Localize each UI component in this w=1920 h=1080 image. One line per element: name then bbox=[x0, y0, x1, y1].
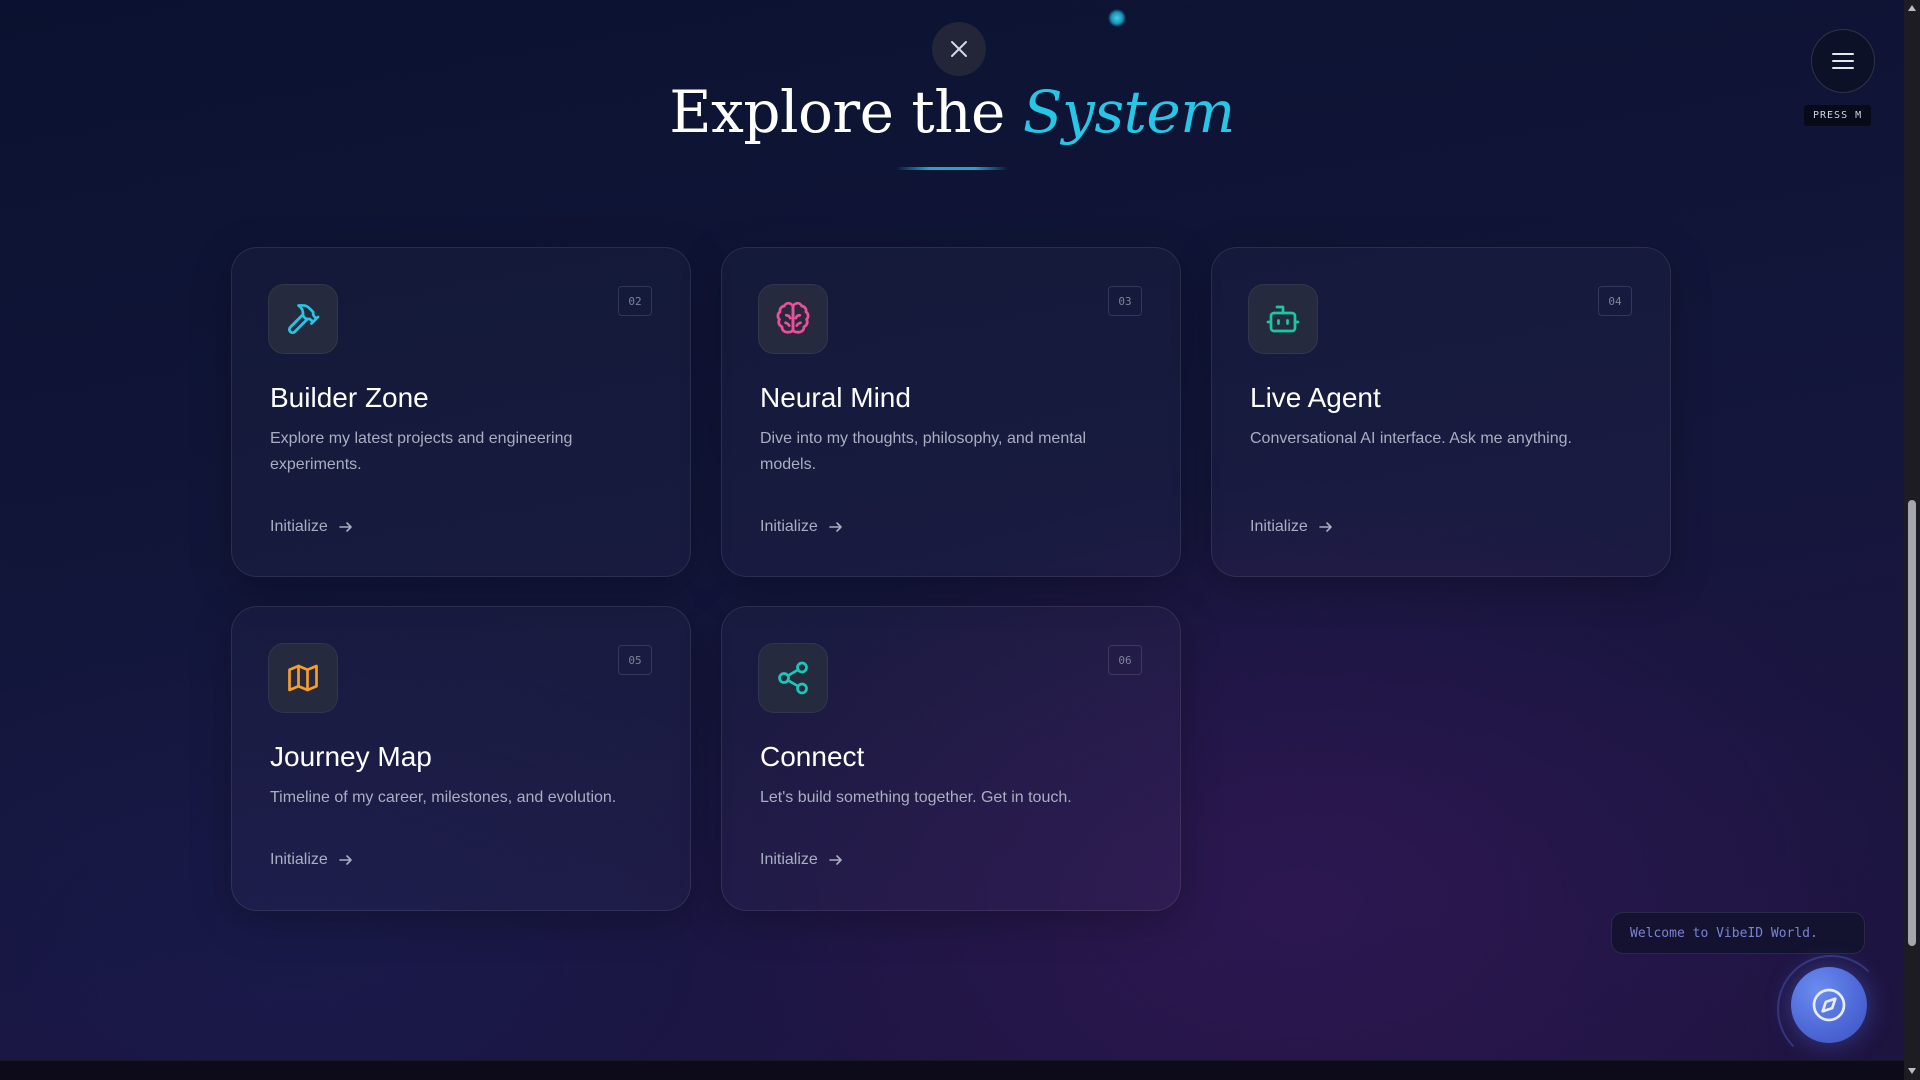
brain-icon bbox=[776, 301, 810, 334]
menu-button[interactable] bbox=[1811, 29, 1875, 93]
card-neural-mind[interactable]: 03 Neural Mind Dive into my thoughts, ph… bbox=[721, 247, 1181, 577]
card-number-badge: 03 bbox=[1108, 286, 1142, 316]
bottom-bar bbox=[0, 1060, 1904, 1080]
card-title: Live Agent bbox=[1250, 382, 1381, 413]
initialize-label: Initialize bbox=[270, 851, 328, 868]
initialize-label: Initialize bbox=[270, 518, 328, 535]
hammer-icon bbox=[287, 304, 320, 335]
initialize-label: Initialize bbox=[760, 851, 818, 868]
card-icon-box bbox=[1248, 284, 1318, 354]
map-icon bbox=[288, 664, 318, 692]
page-title-prefix: Explore the bbox=[669, 78, 1023, 146]
card-description: Explore my latest projects and engineeri… bbox=[270, 430, 573, 473]
page-title: Explore the System bbox=[0, 72, 1904, 152]
menu-shortcut-hint: PRESS M bbox=[1804, 105, 1872, 126]
arrow-right-icon bbox=[829, 855, 842, 865]
arrow-right-icon bbox=[829, 522, 842, 532]
card-number-badge: 04 bbox=[1598, 286, 1632, 316]
robot-icon bbox=[1266, 305, 1300, 333]
card-icon-box bbox=[268, 643, 338, 713]
scroll-thumb[interactable] bbox=[1908, 500, 1916, 946]
card-description: Dive into my thoughts, philosophy, and m… bbox=[760, 430, 1087, 473]
card-description: Timeline of my career, milestones, and e… bbox=[270, 789, 617, 806]
title-underline bbox=[896, 167, 1008, 170]
initialize-link[interactable]: Initialize bbox=[270, 518, 354, 536]
card-number-badge: 05 bbox=[618, 645, 652, 675]
arrow-right-icon bbox=[339, 522, 352, 532]
initialize-link[interactable]: Initialize bbox=[760, 851, 844, 869]
initialize-label: Initialize bbox=[760, 518, 818, 535]
initialize-link[interactable]: Initialize bbox=[1250, 518, 1334, 536]
share-icon bbox=[778, 661, 808, 695]
initialize-link[interactable]: Initialize bbox=[760, 518, 844, 536]
hamburger-menu-icon bbox=[1832, 53, 1854, 69]
arrow-right-icon bbox=[1319, 522, 1332, 532]
card-number-badge: 02 bbox=[618, 286, 652, 316]
card-builder-zone[interactable]: 02 Builder Zone Explore my latest projec… bbox=[231, 247, 691, 577]
card-title: Builder Zone bbox=[270, 382, 429, 413]
scroll-down-icon[interactable] bbox=[1908, 1068, 1916, 1074]
compass-icon bbox=[1812, 988, 1846, 1022]
scroll-up-icon[interactable] bbox=[1908, 5, 1916, 11]
arrow-right-icon bbox=[339, 855, 352, 865]
card-icon-box bbox=[268, 284, 338, 354]
initialize-label: Initialize bbox=[1250, 518, 1308, 535]
card-icon-box bbox=[758, 643, 828, 713]
close-icon bbox=[951, 41, 967, 57]
card-description: Let's build something together. Get in t… bbox=[760, 789, 1072, 806]
card-icon-box bbox=[758, 284, 828, 354]
card-title: Journey Map bbox=[270, 741, 432, 772]
status-glow-dot bbox=[1108, 9, 1126, 27]
welcome-message: Welcome to VibeID World. bbox=[1611, 912, 1865, 954]
card-connect[interactable]: 06 Connect Let's build something togethe… bbox=[721, 606, 1181, 911]
scrollbar[interactable] bbox=[1904, 0, 1920, 1080]
card-title: Neural Mind bbox=[760, 382, 911, 413]
card-title: Connect bbox=[760, 741, 865, 772]
initialize-link[interactable]: Initialize bbox=[270, 851, 354, 869]
assistant-compass-button[interactable] bbox=[1791, 967, 1867, 1043]
card-live-agent[interactable]: 04 Live Agent Conversational AI interfac… bbox=[1211, 247, 1671, 577]
card-description: Conversational AI interface. Ask me anyt… bbox=[1250, 430, 1572, 447]
card-number-badge: 06 bbox=[1108, 645, 1142, 675]
close-button[interactable] bbox=[932, 22, 986, 76]
card-journey-map[interactable]: 05 Journey Map Timeline of my career, mi… bbox=[231, 606, 691, 911]
page-title-accent: System bbox=[1022, 78, 1235, 146]
